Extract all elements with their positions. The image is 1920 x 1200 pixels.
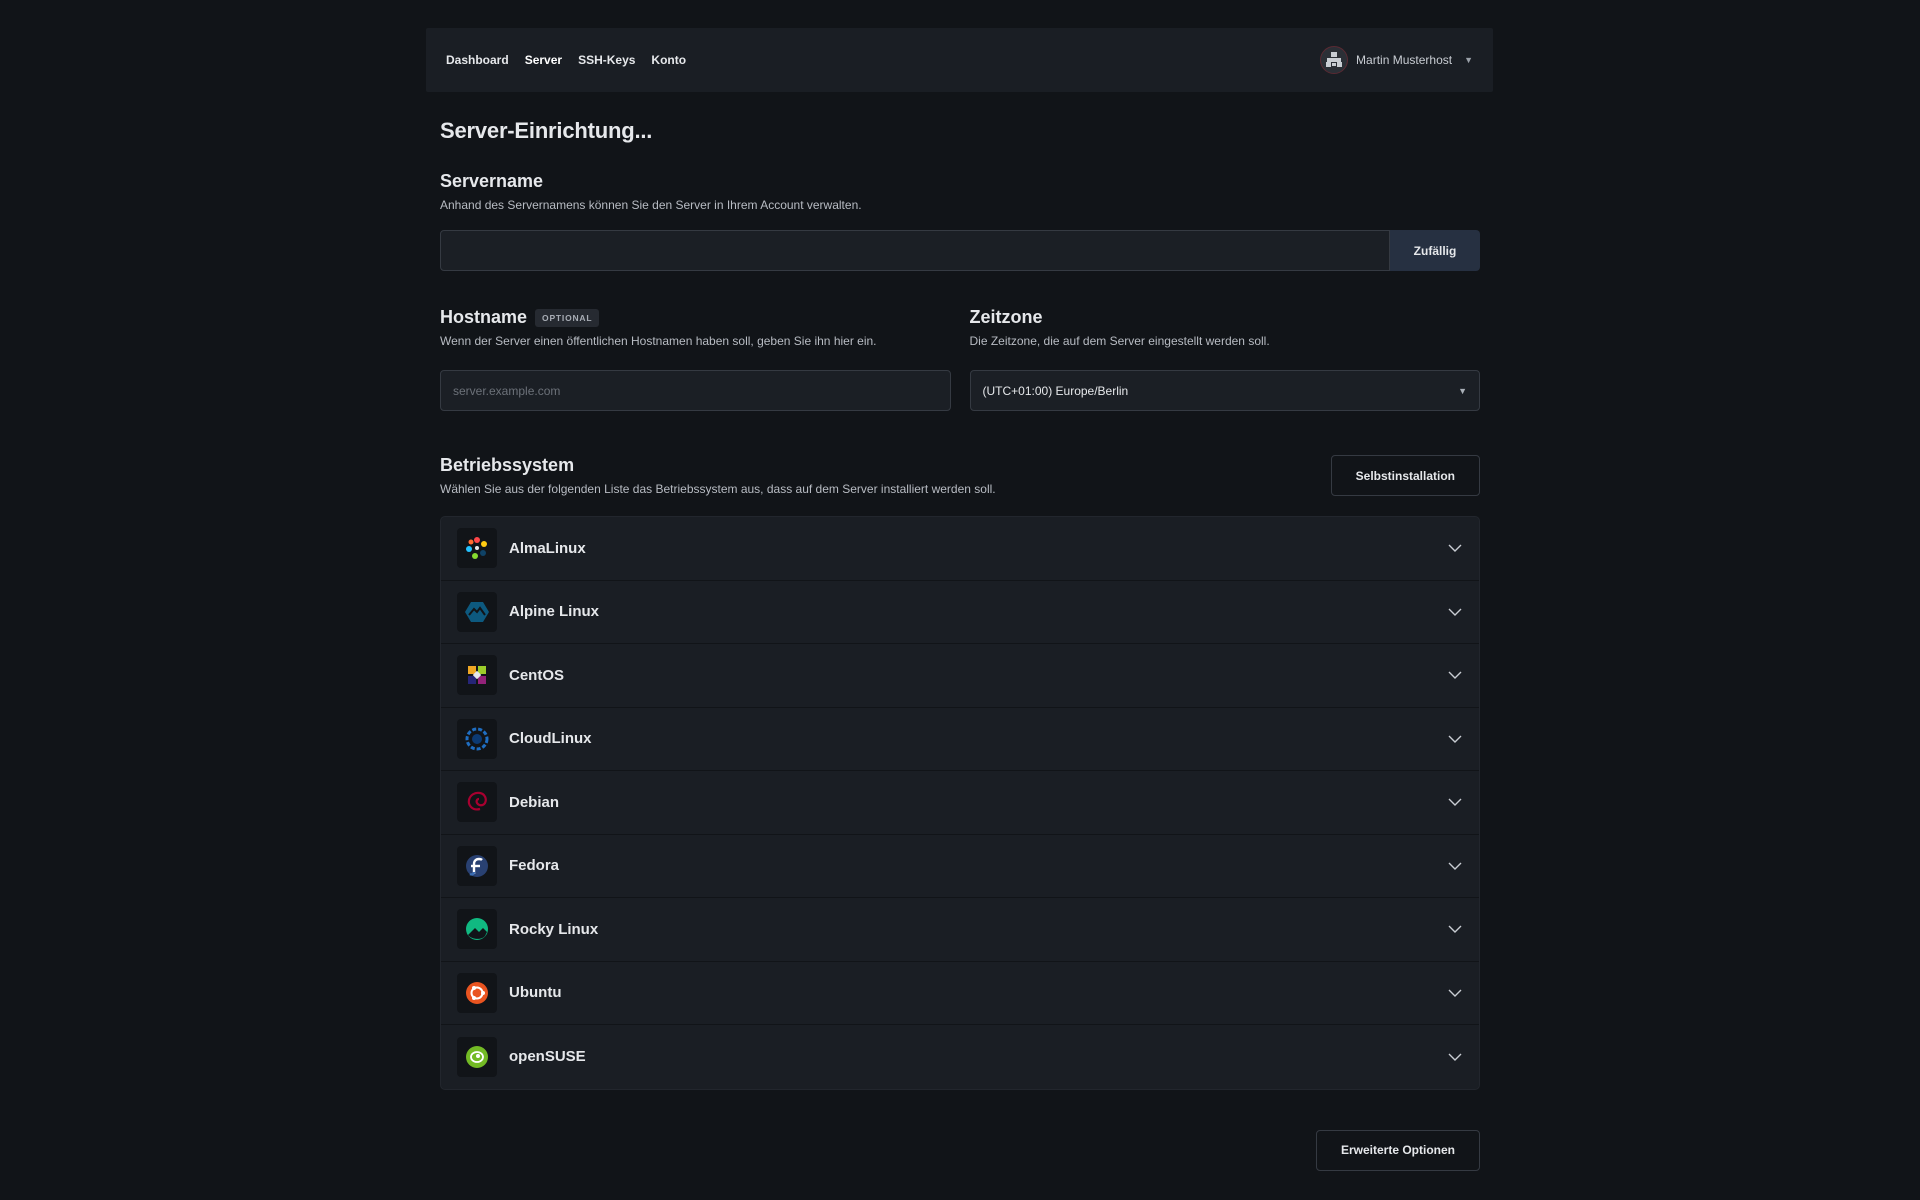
os-name: Debian <box>509 793 560 811</box>
random-name-button[interactable]: Zufällig <box>1390 230 1480 271</box>
chevron-down-icon <box>1445 729 1465 749</box>
chevron-down-icon <box>1445 856 1465 876</box>
chevron-down-icon <box>1445 1047 1465 1067</box>
os-name: CentOS <box>509 666 565 684</box>
self-install-button[interactable]: Selbstinstallation <box>1330 455 1480 496</box>
timezone-selected-value: (UTC+01:00) Europe/Berlin <box>982 383 1129 398</box>
hostname-description: Wenn der Server einen öffentlichen Hostn… <box>440 334 877 348</box>
nav-link-dashboard[interactable]: Dashboard <box>446 53 509 67</box>
advanced-options-button[interactable]: Erweiterte Optionen <box>1315 1129 1480 1171</box>
ubuntu-icon <box>457 972 497 1013</box>
avatar-pattern-icon <box>1326 52 1343 67</box>
optional-badge: OPTIONAL <box>535 308 600 327</box>
os-title-text: Betriebssystem <box>440 455 575 475</box>
nav-link-server[interactable]: Server <box>525 53 562 67</box>
chevron-down-icon <box>1445 665 1465 685</box>
os-item-debian[interactable]: Debian <box>441 771 1479 835</box>
hostname-title-text: Hostname <box>440 307 528 327</box>
user-menu[interactable]: Martin Musterhost ▼ <box>1320 46 1473 74</box>
servername-section: Servername Anhand des Servernamens könne… <box>440 171 1480 271</box>
os-name: Rocky Linux <box>509 920 599 938</box>
main-content: Server-Einrichtung... Servername Anhand … <box>440 110 1480 1171</box>
os-item-fedora[interactable]: Fedora <box>441 835 1479 898</box>
alpine-icon <box>457 591 497 632</box>
servername-input-group: Zufällig <box>440 230 1480 271</box>
os-item-almalinux[interactable]: AlmaLinux <box>441 517 1479 581</box>
hostname-title: Hostname OPTIONAL <box>440 307 951 328</box>
top-navigation: Dashboard Server SSH-Keys Konto Martin M… <box>426 28 1493 92</box>
opensuse-icon <box>457 1036 497 1077</box>
nav-link-konto[interactable]: Konto <box>651 53 686 67</box>
chevron-down-icon <box>1445 792 1465 812</box>
chevron-down-icon <box>1445 538 1465 558</box>
hostname-timezone-row: Hostname OPTIONAL Wenn der Server einen … <box>440 307 1480 411</box>
timezone-title-text: Zeitzone <box>969 307 1043 327</box>
os-item-centos[interactable]: CentOS <box>441 644 1479 708</box>
servername-title: Servername <box>440 171 1480 192</box>
debian-icon <box>457 782 497 823</box>
os-item-ubuntu[interactable]: Ubuntu <box>441 962 1479 1025</box>
caret-down-icon: ▼ <box>1464 55 1473 65</box>
os-list: AlmaLinux Alpine Linux CentOS CloudLinux… <box>440 516 1480 1090</box>
fedora-icon <box>457 845 497 886</box>
os-name: Fedora <box>509 857 560 875</box>
chevron-down-icon <box>1445 919 1465 939</box>
nav-links: Dashboard Server SSH-Keys Konto <box>446 53 686 67</box>
os-description: Wählen Sie aus der folgenden Liste das B… <box>440 482 996 496</box>
hostname-section: Hostname OPTIONAL Wenn der Server einen … <box>440 307 951 411</box>
os-item-cloudlinux[interactable]: CloudLinux <box>441 708 1479 771</box>
timezone-select[interactable]: (UTC+01:00) Europe/Berlin ▼ <box>969 370 1480 411</box>
os-name: AlmaLinux <box>509 539 586 557</box>
chevron-down-icon <box>1445 602 1465 622</box>
os-item-opensuse[interactable]: openSUSE <box>441 1025 1479 1089</box>
os-name: CloudLinux <box>509 730 592 748</box>
os-item-rocky-linux[interactable]: Rocky Linux <box>441 898 1479 962</box>
rocky-icon <box>457 909 497 950</box>
footer-actions: Erweiterte Optionen <box>440 1129 1480 1171</box>
os-header: Betriebssystem Wählen Sie aus der folgen… <box>440 455 1480 496</box>
servername-title-text: Servername <box>440 171 544 191</box>
almalinux-icon <box>457 528 497 569</box>
os-name: openSUSE <box>509 1048 586 1066</box>
servername-input[interactable] <box>440 230 1390 271</box>
page-title: Server-Einrichtung... <box>440 118 653 143</box>
caret-down-icon: ▼ <box>1458 385 1467 396</box>
cloudlinux-icon <box>457 718 497 759</box>
timezone-description: Die Zeitzone, die auf dem Server eingest… <box>969 334 1270 348</box>
os-item-alpine-linux[interactable]: Alpine Linux <box>441 581 1479 644</box>
os-name: Ubuntu <box>509 984 562 1002</box>
timezone-section: Zeitzone Die Zeitzone, die auf dem Serve… <box>969 307 1481 411</box>
avatar <box>1320 46 1349 74</box>
os-name: Alpine Linux <box>509 603 599 621</box>
centos-icon <box>457 655 497 696</box>
nav-link-ssh-keys[interactable]: SSH-Keys <box>578 53 635 67</box>
chevron-down-icon <box>1445 983 1465 1003</box>
os-header-text: Betriebssystem Wählen Sie aus der folgen… <box>440 455 1331 496</box>
user-name: Martin Musterhost <box>1356 53 1453 67</box>
timezone-title: Zeitzone <box>970 307 1481 328</box>
os-title: Betriebssystem <box>440 455 1331 476</box>
servername-description: Anhand des Servernamens können Sie den S… <box>440 198 862 212</box>
hostname-input[interactable] <box>440 370 951 411</box>
